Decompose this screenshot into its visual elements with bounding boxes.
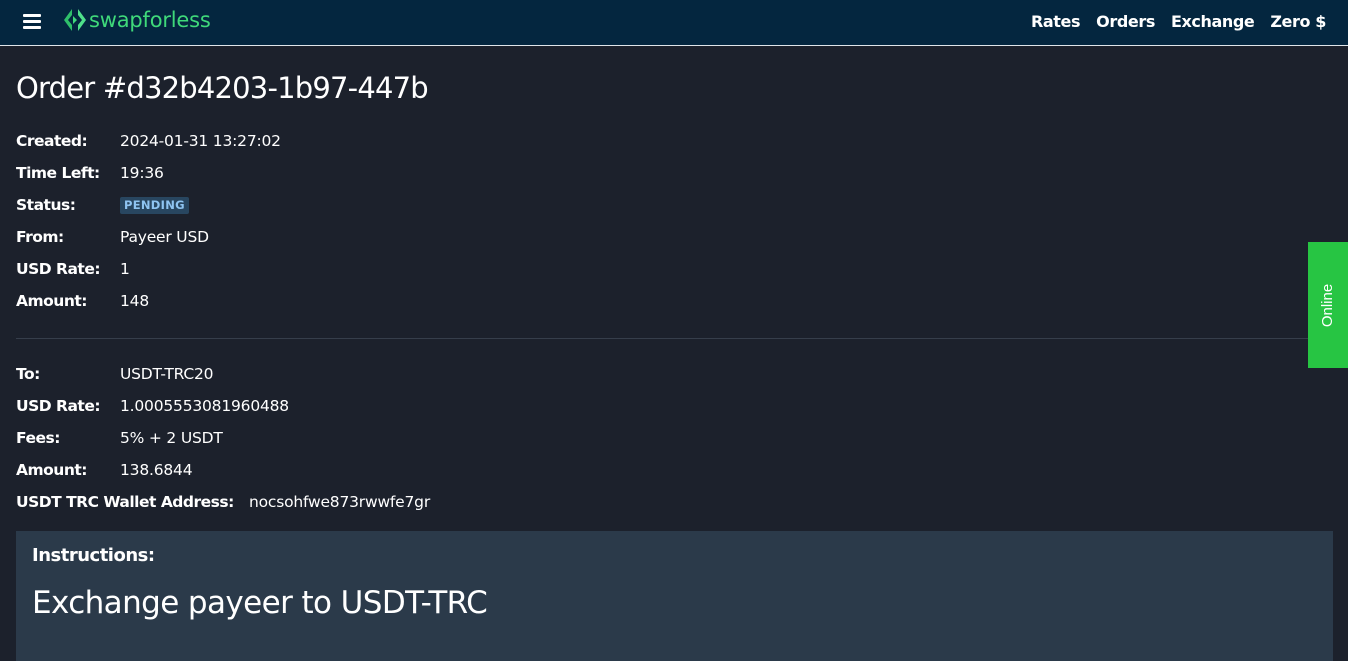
detail-value: Payeer USD bbox=[120, 228, 209, 246]
instructions-heading: Exchange payeer to USDT-TRC bbox=[32, 585, 488, 621]
detail-label: Amount: bbox=[16, 461, 87, 479]
wallet-address-value: nocsohfwe873rwwfe7gr bbox=[249, 493, 430, 511]
nav-link-orders[interactable]: Orders bbox=[1096, 11, 1155, 33]
section-divider bbox=[16, 338, 1333, 339]
online-label: Online bbox=[1319, 283, 1337, 327]
detail-label: Time Left: bbox=[16, 164, 100, 182]
detail-label: Status: bbox=[16, 196, 76, 214]
detail-value: 19:36 bbox=[120, 164, 164, 182]
nav-link-zero[interactable]: Zero $ bbox=[1270, 11, 1326, 33]
detail-value: 5% + 2 USDT bbox=[120, 429, 223, 447]
detail-label: Amount: bbox=[16, 292, 87, 310]
detail-value: 1 bbox=[120, 260, 130, 278]
page-title: Order #d32b4203-1b97-447b bbox=[16, 71, 429, 105]
detail-label: USD Rate: bbox=[16, 397, 101, 415]
instructions-panel: Instructions: Exchange payeer to USDT-TR… bbox=[16, 531, 1333, 661]
detail-value: 138.6844 bbox=[120, 461, 193, 479]
top-navbar: swapforless Rates Orders Exchange Zero $ bbox=[0, 0, 1348, 46]
swap-arrows-icon bbox=[64, 9, 86, 31]
detail-value: 1.0005553081960488 bbox=[120, 397, 289, 415]
nav-link-rates[interactable]: Rates bbox=[1031, 11, 1081, 33]
detail-value: 2024-01-31 13:27:02 bbox=[120, 132, 281, 150]
brand-name: swapforless bbox=[89, 8, 211, 32]
nav-links: Rates Orders Exchange Zero $ bbox=[1031, 11, 1326, 33]
menu-icon[interactable] bbox=[23, 14, 41, 30]
status-badge: PENDING bbox=[120, 197, 189, 214]
nav-link-exchange[interactable]: Exchange bbox=[1171, 11, 1255, 33]
detail-value: 148 bbox=[120, 292, 149, 310]
detail-label: USD Rate: bbox=[16, 260, 101, 278]
detail-label: USDT TRC Wallet Address: bbox=[16, 493, 234, 511]
brand-logo-link[interactable]: swapforless bbox=[62, 7, 211, 33]
detail-label: To: bbox=[16, 365, 40, 383]
detail-label: Created: bbox=[16, 132, 88, 150]
detail-value: USDT-TRC20 bbox=[120, 365, 214, 383]
detail-label: Fees: bbox=[16, 429, 60, 447]
detail-label: From: bbox=[16, 228, 64, 246]
instructions-label: Instructions: bbox=[32, 545, 155, 566]
online-chat-tab[interactable]: Online bbox=[1308, 242, 1348, 368]
